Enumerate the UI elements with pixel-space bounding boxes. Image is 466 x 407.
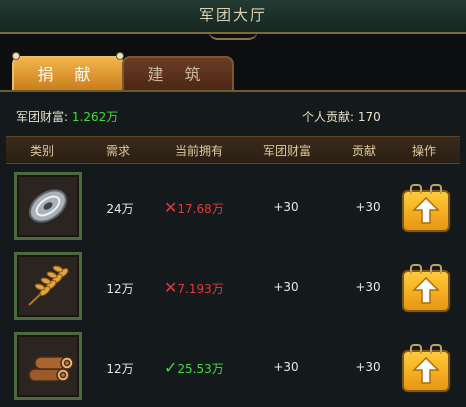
owned-cell: ✕7.193万 <box>164 278 244 297</box>
contribution-stat: 个人贡献: 170 <box>302 108 381 125</box>
contribution-value: 170 <box>357 110 381 124</box>
tab-pin-icon <box>12 52 20 60</box>
table-row: 24万 ✕17.68万 +30 +30 <box>0 168 466 246</box>
wealth-value: 1.262万 <box>71 110 119 124</box>
wealth-stat: 军团财富: 1.262万 <box>16 108 118 125</box>
window-title: 军团大厅 <box>198 6 267 24</box>
tab-build[interactable]: 建 筑 <box>122 56 234 92</box>
arrow-up-icon <box>412 196 440 224</box>
hook-icon <box>430 184 442 194</box>
col-owned: 当前拥有 <box>174 144 223 158</box>
wealth-gain: +30 <box>273 200 299 214</box>
wood-logs-icon <box>14 332 82 400</box>
contribution-gain: +30 <box>355 200 381 214</box>
owned-cell: ✕17.68万 <box>164 198 244 217</box>
arrow-up-icon <box>412 356 440 384</box>
title-bar: 军团大厅 <box>0 0 466 40</box>
col-category: 类别 <box>29 144 54 158</box>
hook-icon <box>410 264 422 274</box>
table-row: 12万 ✓25.53万 +30 +30 <box>0 328 466 406</box>
check-icon: ✓ <box>164 358 178 377</box>
wealth-label: 军团财富: <box>16 110 69 124</box>
owned-value: 7.193万 <box>177 282 224 296</box>
contribution-gain: +30 <box>355 360 381 374</box>
need-value: 24万 <box>106 202 134 216</box>
table-header: 类别 需求 当前拥有 军团财富 贡献 操作 <box>6 136 460 164</box>
owned-cell: ✓25.53万 <box>164 358 244 377</box>
wealth-gain: +30 <box>273 360 299 374</box>
owned-value: 17.68万 <box>177 202 224 216</box>
hook-icon <box>430 344 442 354</box>
need-value: 12万 <box>106 362 134 376</box>
col-wealth: 军团财富 <box>262 144 311 158</box>
hook-icon <box>430 264 442 274</box>
table-row: 12万 ✕7.193万 +30 +30 <box>0 248 466 326</box>
donate-button[interactable] <box>402 344 450 392</box>
stats-bar: 军团财富: 1.262万 个人贡献: 170 <box>0 104 466 128</box>
contribution-gain: +30 <box>355 280 381 294</box>
donate-button[interactable] <box>402 264 450 312</box>
cross-icon: ✕ <box>164 198 178 217</box>
donate-button[interactable] <box>402 184 450 232</box>
silver-coin-icon <box>14 172 82 240</box>
col-contribution: 贡献 <box>351 144 376 158</box>
arrow-up-icon <box>412 276 440 304</box>
cross-icon: ✕ <box>164 278 178 297</box>
contribution-label: 个人贡献: <box>302 110 355 124</box>
tab-pin-icon <box>116 52 124 60</box>
wheat-icon <box>14 252 82 320</box>
title-ornament <box>208 30 258 40</box>
hook-icon <box>410 184 422 194</box>
hook-icon <box>410 344 422 354</box>
col-action: 操作 <box>411 144 436 158</box>
col-need: 需求 <box>105 144 130 158</box>
wealth-gain: +30 <box>273 280 299 294</box>
tab-donate[interactable]: 捐 献 <box>12 56 124 92</box>
owned-value: 25.53万 <box>177 362 224 376</box>
need-value: 12万 <box>106 282 134 296</box>
